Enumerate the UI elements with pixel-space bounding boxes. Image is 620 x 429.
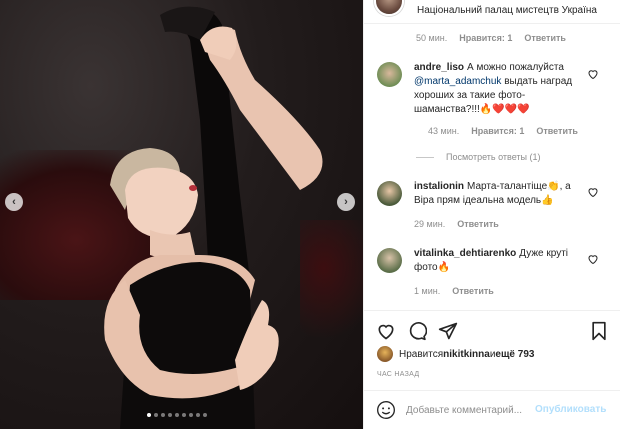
carousel-dot [147,413,151,417]
comment-text: andre_liso А можно пожалуйста @marta_adam… [414,61,580,117]
likes-summary: Нравится nikitkinna и ещё 793 [377,346,534,362]
reply-button[interactable]: Ответить [536,126,578,136]
avatar[interactable] [377,248,402,273]
comment-meta: 29 мин. Ответить [414,219,499,229]
comment-likes[interactable]: Нравится: 1 [471,126,524,136]
heart-icon[interactable] [587,186,599,198]
comment-meta: 1 мин. Ответить [414,286,494,296]
paper-plane-icon[interactable] [438,321,458,341]
smiley-icon[interactable] [376,400,396,420]
mention-link[interactable]: @marta_adamchuk [414,76,501,87]
carousel-dot [154,413,158,417]
reply-button[interactable]: Ответить [452,286,494,296]
view-replies-button[interactable]: Посмотреть ответы (1) [416,152,541,162]
comment-meta: 50 мин. Нравится: 1 Ответить [416,33,566,43]
carousel-indicator [147,413,207,417]
carousel-dot [161,413,165,417]
post-sidebar: Національний палац мистецтв Україна 50 м… [363,0,620,429]
comment-text: instalionin Марта-талантіще👏, а Віра прям… [414,180,580,208]
post-header: Національний палац мистецтв Україна [364,0,620,24]
comment-input[interactable] [406,402,531,418]
avatar[interactable] [374,0,404,16]
replies-divider [416,156,434,158]
avatar[interactable] [377,181,402,206]
heart-icon[interactable] [587,253,599,265]
carousel-dot [168,413,172,417]
liker-username[interactable]: nikitkinna [443,349,490,360]
comment-likes[interactable]: Нравится: 1 [459,33,512,43]
carousel-dot [182,413,186,417]
comment-username[interactable]: instalionin [414,181,464,192]
heart-icon[interactable] [587,68,599,80]
carousel-dot [189,413,193,417]
bookmark-icon[interactable] [589,321,609,341]
location-link[interactable]: Національний палац мистецтв Україна [417,5,597,16]
speech-bubble-icon[interactable] [407,321,427,341]
comment-meta: 43 мин. Нравится: 1 Ответить [428,126,578,136]
comment-username[interactable]: vitalinka_dehtiarenko [414,248,516,259]
likes-count[interactable]: ещё 793 [495,349,534,360]
comment-time: 1 мин. [414,286,441,296]
comment-time: 29 мин. [414,219,446,229]
avatar[interactable] [377,346,393,362]
comment-time: 43 мин. [428,126,460,136]
post-actions [364,310,620,350]
post-timestamp: ЧАС НАЗАД [377,371,420,378]
chevron-left-icon[interactable]: ‹ [5,193,23,211]
comment-text: vitalinka_dehtiarenko Дуже круті фото🔥 [414,247,580,275]
carousel-dot [196,413,200,417]
publish-button[interactable]: Опубликовать [535,404,606,415]
add-comment-bar: Опубликовать [364,390,620,429]
comment-time: 50 мин. [416,33,448,43]
view-replies-label: Посмотреть ответы (1) [446,152,541,162]
heart-icon[interactable] [376,321,396,341]
reply-button[interactable]: Ответить [524,33,566,43]
comment-text-part: А можно пожалуйста [467,62,564,73]
post-photo[interactable]: ‹ › [0,0,363,429]
carousel-dot [203,413,207,417]
carousel-dot [175,413,179,417]
avatar[interactable] [377,62,402,87]
likes-prefix: Нравится [399,348,444,360]
comment-username[interactable]: andre_liso [414,62,464,73]
dancer-figure [104,6,323,429]
chevron-right-icon[interactable]: › [337,193,355,211]
reply-button[interactable]: Ответить [457,219,499,229]
